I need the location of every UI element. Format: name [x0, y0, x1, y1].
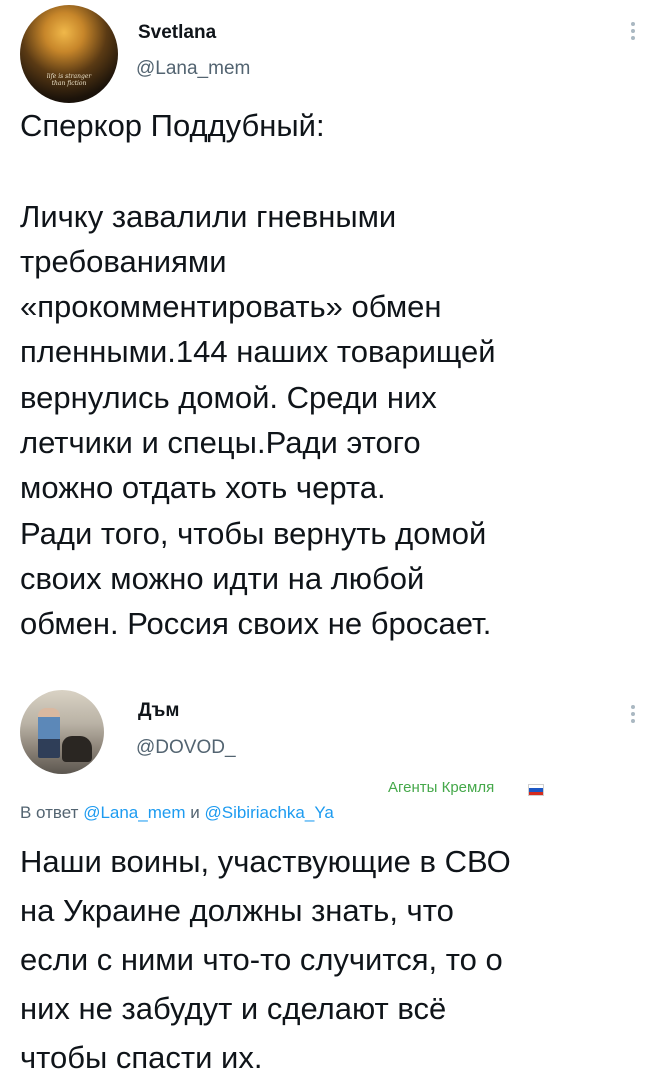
more-options-icon[interactable]: [631, 22, 635, 44]
mention-link[interactable]: @Sibiriachka_Ya: [204, 803, 333, 822]
reply-conjunction: и: [190, 803, 200, 822]
russia-flag-icon: [528, 784, 544, 796]
avatar[interactable]: life is stranger than fiction: [20, 5, 118, 103]
user-handle[interactable]: @Lana_mem: [136, 58, 250, 80]
account-label: Агенты Кремля: [388, 779, 495, 796]
display-name[interactable]: Дъм: [138, 700, 179, 722]
dog-figure: [62, 736, 92, 762]
display-name[interactable]: Svetlana: [138, 22, 216, 44]
reply-context: В ответ @Lana_mem и @Sibiriachka_Ya: [20, 803, 334, 823]
more-options-icon[interactable]: [631, 705, 635, 727]
avatar[interactable]: [20, 690, 104, 774]
mention-link[interactable]: @Lana_mem: [83, 803, 185, 822]
avatar-caption: life is stranger than fiction: [46, 73, 92, 87]
person-figure: [38, 708, 60, 758]
reply-prefix: В ответ: [20, 803, 79, 822]
user-handle[interactable]: @DOVOD_: [136, 737, 236, 759]
tweet-text: Сперкор Поддубный: Личку завалили гневны…: [20, 108, 496, 642]
tweet-text: Наши воины, участвующие в СВО на Украине…: [20, 844, 511, 1075]
